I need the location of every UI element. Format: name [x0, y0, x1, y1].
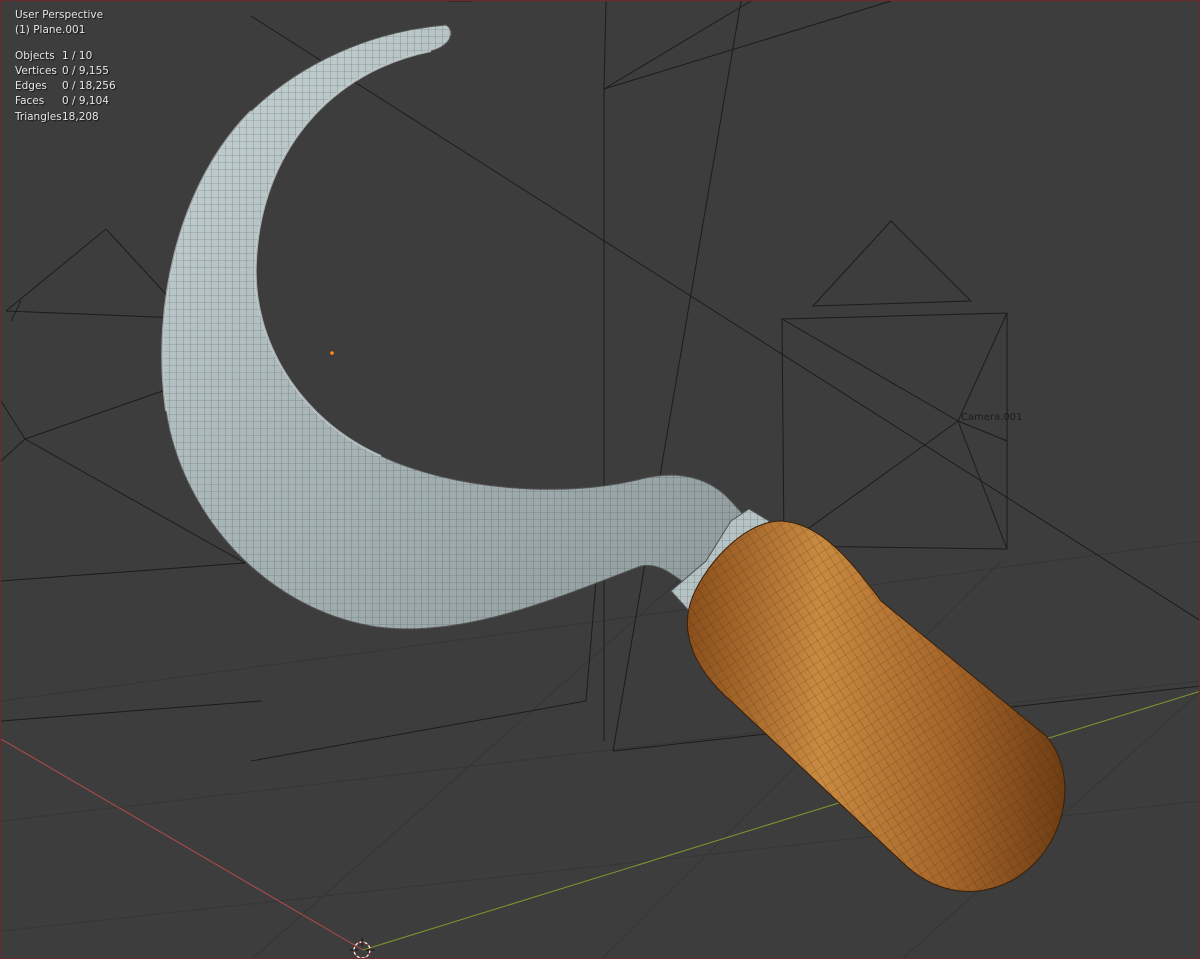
stat-value: 0 / 9,104 [62, 95, 109, 108]
stat-row-edges: Edges 0 / 18,256 [15, 79, 116, 94]
stat-label: Vertices [15, 64, 57, 77]
camera-object-label[interactable]: Camera.001 [961, 412, 1023, 423]
stat-value: 0 / 9,155 [62, 64, 109, 77]
stat-label: Triangles [15, 110, 62, 123]
viewport-scene[interactable] [1, 1, 1200, 959]
stat-row-vertices: Vertices 0 / 9,155 [15, 64, 116, 79]
stat-value: 18,208 [62, 110, 99, 123]
3d-viewport[interactable]: User Perspective (1) Plane.001 Objects 1… [0, 0, 1200, 959]
stat-row-objects: Objects 1 / 10 [15, 49, 116, 64]
x-axis-line [1, 738, 364, 951]
stat-value: 1 / 10 [62, 49, 93, 62]
sickle-handle [686, 520, 1066, 892]
stat-row-faces: Faces 0 / 9,104 [15, 94, 116, 109]
sickle-blade [161, 24, 750, 630]
stat-label: Objects [15, 49, 55, 62]
active-object-name: (1) Plane.001 [15, 24, 86, 37]
stat-value: 0 / 18,256 [62, 80, 116, 93]
viewport-info-overlay: User Perspective (1) Plane.001 Objects 1… [15, 8, 116, 125]
scene-statistics: Objects 1 / 10 Vertices 0 / 9,155 Edges … [15, 49, 116, 125]
object-origin-dot [330, 351, 334, 355]
stat-label: Faces [15, 95, 45, 108]
view-name: User Perspective [15, 9, 104, 21]
stat-row-triangles: Triangles 18,208 [15, 110, 116, 125]
stat-label: Edges [15, 80, 47, 93]
